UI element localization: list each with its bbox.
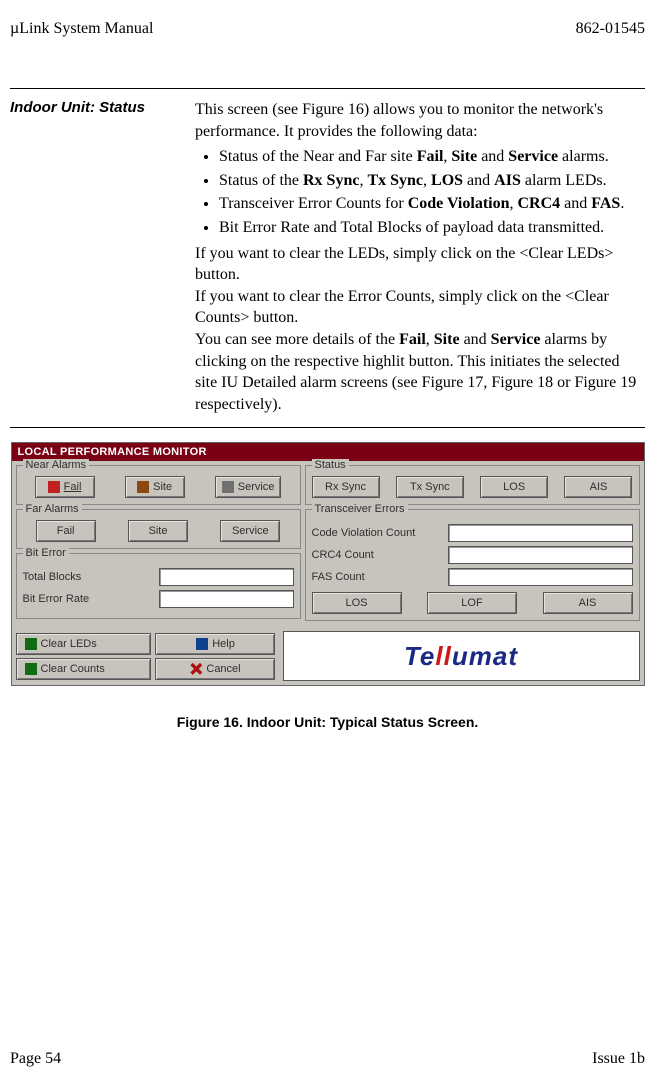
far-site-button[interactable]: Site <box>128 520 188 542</box>
header-right: 862-01545 <box>576 20 645 38</box>
transceiver-errors-group: Transceiver Errors Code Violation Count … <box>305 509 640 621</box>
cancel-button[interactable]: Cancel <box>155 658 275 680</box>
section-body: This screen (see Figure 16) allows you t… <box>195 99 645 415</box>
header-left: µLink System Manual <box>10 20 153 38</box>
trans-ais-button[interactable]: AIS <box>543 592 633 614</box>
bullet-2: Status of the Rx Sync, Tx Sync, LOS and … <box>219 170 645 192</box>
page-header: µLink System Manual 862-01545 <box>10 20 645 38</box>
rx-sync-button[interactable]: Rx Sync <box>312 476 380 498</box>
near-service-button[interactable]: Service <box>215 476 282 498</box>
trans-lof-button[interactable]: LOF <box>427 592 517 614</box>
trans-los-button[interactable]: LOS <box>312 592 402 614</box>
counts-icon <box>25 663 37 675</box>
window-bottom-bar: Clear LEDs Clear Counts Help Cancel Tell… <box>12 627 644 685</box>
clear-leds-button[interactable]: Clear LEDs <box>16 633 151 655</box>
performance-monitor-window: LOCAL PERFORMANCE MONITOR Near Alarms Fa… <box>11 442 645 686</box>
far-alarms-title: Far Alarms <box>23 503 82 515</box>
cvc-label: Code Violation Count <box>312 527 442 539</box>
bullet-4: Bit Error Rate and Total Blocks of paylo… <box>219 217 645 239</box>
footer-left: Page 54 <box>10 1050 61 1068</box>
site-icon <box>137 481 149 493</box>
service-icon <box>222 481 234 493</box>
ais-status-button[interactable]: AIS <box>564 476 632 498</box>
ber-input[interactable] <box>159 590 294 608</box>
crc4-label: CRC4 Count <box>312 549 442 561</box>
total-blocks-input[interactable] <box>159 568 294 586</box>
far-alarms-group: Far Alarms Fail Site Service <box>16 509 301 549</box>
led-icon <box>25 638 37 650</box>
bullet-1: Status of the Near and Far site Fail, Si… <box>219 146 645 168</box>
near-alarms-title: Near Alarms <box>23 459 90 471</box>
near-alarms-group: Near Alarms Fail Site Service <box>16 465 301 505</box>
status-title: Status <box>312 459 349 471</box>
window-body: Near Alarms Fail Site Service Far Alarms… <box>12 461 644 627</box>
help-button[interactable]: Help <box>155 633 275 655</box>
near-fail-button[interactable]: Fail <box>35 476 95 498</box>
section-divider <box>10 427 645 428</box>
transceiver-errors-title: Transceiver Errors <box>312 503 408 515</box>
help-icon <box>196 638 208 650</box>
near-site-button[interactable]: Site <box>125 476 185 498</box>
ber-label: Bit Error Rate <box>23 593 153 605</box>
clear-counts-button[interactable]: Clear Counts <box>16 658 151 680</box>
tellumat-logo: Tellumat <box>283 631 640 681</box>
cancel-icon <box>190 663 202 675</box>
bullet-3: Transceiver Error Counts for Code Violat… <box>219 193 645 215</box>
para-details: You can see more details of the Fail, Si… <box>195 329 645 415</box>
page-footer: Page 54 Issue 1b <box>10 1050 645 1068</box>
total-blocks-label: Total Blocks <box>23 571 153 583</box>
bullet-list: Status of the Near and Far site Fail, Si… <box>195 146 645 238</box>
far-fail-button[interactable]: Fail <box>36 520 96 542</box>
cvc-input[interactable] <box>448 524 633 542</box>
fas-input[interactable] <box>448 568 633 586</box>
status-group: Status Rx Sync Tx Sync LOS AIS <box>305 465 640 505</box>
footer-right: Issue 1b <box>592 1050 645 1068</box>
para-clear-leds: If you want to clear the LEDs, simply cl… <box>195 243 645 286</box>
bit-error-group: Bit Error Total Blocks Bit Error Rate <box>16 553 301 619</box>
fail-icon <box>48 481 60 493</box>
bit-error-title: Bit Error <box>23 547 69 559</box>
tx-sync-button[interactable]: Tx Sync <box>396 476 464 498</box>
far-service-button[interactable]: Service <box>220 520 280 542</box>
figure-caption: Figure 16. Indoor Unit: Typical Status S… <box>10 714 645 730</box>
content-section: Indoor Unit: Status This screen (see Fig… <box>10 88 645 415</box>
para-clear-counts: If you want to clear the Error Counts, s… <box>195 286 645 329</box>
los-status-button[interactable]: LOS <box>480 476 548 498</box>
section-margin-label: Indoor Unit: Status <box>10 99 195 415</box>
fas-label: FAS Count <box>312 571 442 583</box>
intro-text: This screen (see Figure 16) allows you t… <box>195 99 645 142</box>
crc4-input[interactable] <box>448 546 633 564</box>
